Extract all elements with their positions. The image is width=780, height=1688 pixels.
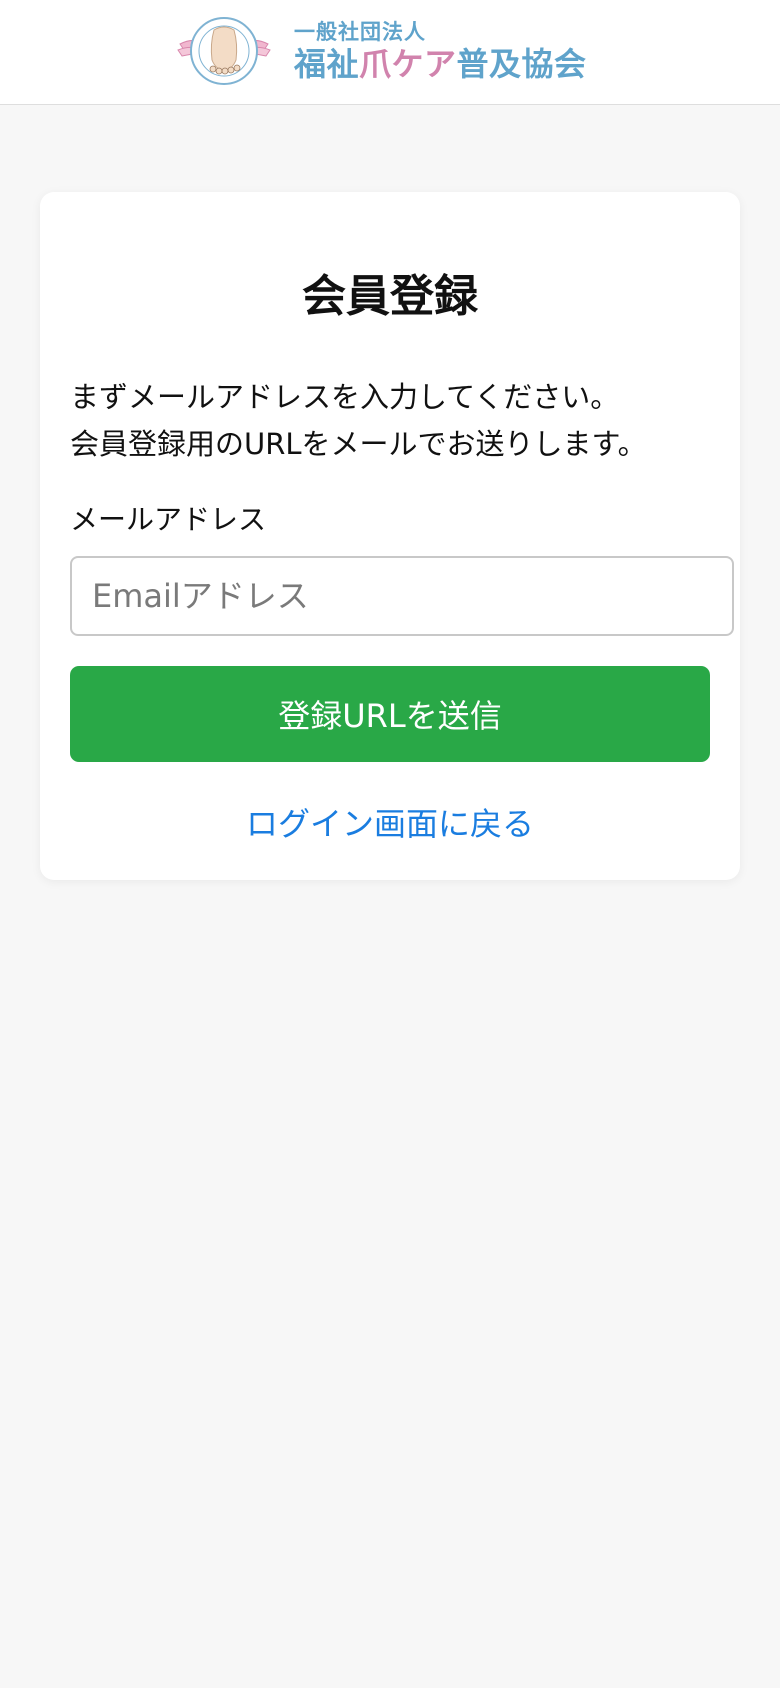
email-field[interactable] [70,556,734,636]
instruction-line-2: 会員登録用のURLをメールでお送りします。 [70,427,647,461]
instruction-line-1: まずメールアドレスを入力してください。 [70,380,620,414]
site-logo[interactable]: 一般社団法人 福祉爪ケア普及協会 [176,14,606,94]
logo-name-part2: 爪ケア [359,45,457,83]
logo-name-part1: 福祉 [294,45,360,83]
back-to-login-link[interactable]: ログイン画面に戻る [40,804,740,844]
send-registration-url-button[interactable]: 登録URLを送信 [70,666,710,762]
registration-card: 会員登録 まずメールアドレスを入力してください。 会員登録用のURLをメールでお… [40,192,740,880]
association-emblem-icon [177,17,271,85]
logo-name: 福祉爪ケア普及協会 [294,44,587,84]
logo-name-part3: 普及協会 [456,45,587,83]
site-header: 一般社団法人 福祉爪ケア普及協会 [0,0,780,105]
instruction-text: まずメールアドレスを入力してください。 会員登録用のURLをメールでお送りします… [70,374,730,468]
page-title: 会員登録 [302,271,478,322]
logo-text: 一般社団法人 福祉爪ケア普及協会 [294,20,587,84]
logo-org-type: 一般社団法人 [294,20,426,44]
email-label: メールアドレス [70,503,267,536]
